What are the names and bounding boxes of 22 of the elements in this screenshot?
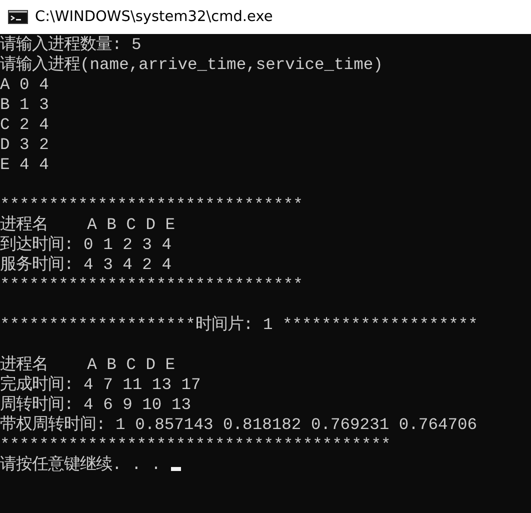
console-line: 进程名 A B C D E bbox=[0, 215, 176, 235]
console-line: E 4 4 bbox=[0, 155, 49, 175]
console-line: 请输入进程数量: 5 bbox=[0, 35, 142, 55]
console-line: A 0 4 bbox=[0, 75, 49, 95]
console-line: ******************************* bbox=[0, 195, 303, 215]
console-line: 到达时间: 0 1 2 3 4 bbox=[0, 235, 172, 255]
console-line: 完成时间: 4 7 11 13 17 bbox=[0, 375, 201, 395]
console-line: B 1 3 bbox=[0, 95, 49, 115]
console-line: ********************时间片: 1 ******************** bbox=[0, 315, 478, 335]
console-line: C 2 4 bbox=[0, 115, 49, 135]
console-line: D 3 2 bbox=[0, 135, 49, 155]
text-cursor bbox=[170, 467, 181, 471]
console-icon bbox=[8, 10, 28, 24]
console-line: 请输入进程(name,arrive_time,service_time) bbox=[0, 55, 383, 75]
console-line: 请按任意键继续. . . bbox=[0, 455, 161, 475]
console-line: ******************************* bbox=[0, 275, 303, 295]
console-line: 进程名 A B C D E bbox=[0, 355, 176, 375]
console-line: 周转时间: 4 6 9 10 13 bbox=[0, 395, 192, 415]
console-line: 服务时间: 4 3 4 2 4 bbox=[0, 255, 172, 275]
console-line: 带权周转时间: 1 0.857143 0.818182 0.769231 0.764706 bbox=[0, 415, 478, 435]
window-title: C:\WINDOWS\system32\cmd.exe bbox=[35, 9, 273, 25]
console-line: **************************************** bbox=[0, 435, 391, 455]
